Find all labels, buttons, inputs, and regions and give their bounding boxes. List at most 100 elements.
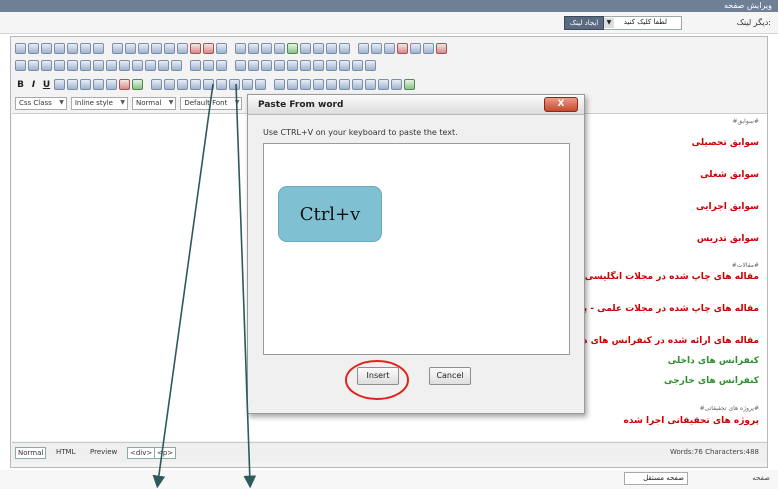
superscript-icon[interactable]: [203, 79, 214, 90]
radio-icon[interactable]: [300, 60, 311, 71]
text-direction-icon[interactable]: [190, 60, 201, 71]
page-type-select[interactable]: صفحه مستقل: [624, 472, 688, 485]
help-icon[interactable]: [397, 43, 408, 54]
form-field-icon[interactable]: [339, 60, 350, 71]
highlight-icon[interactable]: [132, 79, 143, 90]
remove-link-icon[interactable]: [300, 79, 311, 90]
media-icon[interactable]: [326, 43, 337, 54]
image-icon[interactable]: [248, 43, 259, 54]
borders-icon[interactable]: [145, 60, 156, 71]
unlink-icon[interactable]: [313, 79, 324, 90]
align-left-icon[interactable]: [54, 79, 65, 90]
numbered-list-icon[interactable]: [151, 79, 162, 90]
align-center-icon[interactable]: [67, 79, 78, 90]
template-icon[interactable]: [358, 43, 369, 54]
format-painter-icon[interactable]: [93, 43, 104, 54]
button-icon[interactable]: [261, 60, 272, 71]
page-break-icon[interactable]: [171, 60, 182, 71]
tag-selector-div[interactable]: <div>: [127, 447, 156, 459]
cut-icon[interactable]: [112, 43, 123, 54]
undo-icon[interactable]: [203, 43, 214, 54]
rtl-icon[interactable]: [216, 60, 227, 71]
table-icon[interactable]: [235, 43, 246, 54]
font-color-icon[interactable]: [119, 79, 130, 90]
insert-table-icon[interactable]: [15, 60, 26, 71]
textarea-icon[interactable]: [248, 60, 259, 71]
hidden-field-icon[interactable]: [326, 60, 337, 71]
preview-mode-tab[interactable]: Preview: [88, 447, 119, 459]
special-char-icon[interactable]: [274, 43, 285, 54]
image-button-icon[interactable]: [274, 60, 285, 71]
gallery-icon[interactable]: [423, 43, 434, 54]
save-icon[interactable]: [15, 43, 26, 54]
html-mode-tab[interactable]: HTML: [54, 447, 77, 459]
print-icon[interactable]: [41, 43, 52, 54]
remove-format-icon[interactable]: [255, 79, 266, 90]
flash-manager-icon[interactable]: [378, 79, 389, 90]
snippet-icon[interactable]: [326, 79, 337, 90]
delete-row-icon[interactable]: [54, 60, 65, 71]
accessibility-icon[interactable]: [404, 79, 415, 90]
underline-button[interactable]: U: [41, 80, 52, 90]
insert-row-icon[interactable]: [28, 60, 39, 71]
anchor-icon[interactable]: [313, 43, 324, 54]
document-manager-icon[interactable]: [352, 79, 363, 90]
strikethrough-icon[interactable]: [106, 79, 117, 90]
create-link-button[interactable]: ایجاد لینک: [564, 16, 604, 30]
css-class-select[interactable]: Css Class ▼: [15, 97, 67, 110]
paste-icon[interactable]: [138, 43, 149, 54]
grid-icon[interactable]: [132, 60, 143, 71]
paste-word-icon[interactable]: [164, 43, 175, 54]
outdent-icon[interactable]: [190, 79, 201, 90]
tag-icon[interactable]: [436, 43, 447, 54]
copy-icon[interactable]: [125, 43, 136, 54]
paragraph-icon[interactable]: [274, 79, 285, 90]
form-icon[interactable]: [371, 43, 382, 54]
media-manager-icon[interactable]: [365, 79, 376, 90]
template-manager-icon[interactable]: [391, 79, 402, 90]
delete-icon[interactable]: [190, 43, 201, 54]
table-props-icon[interactable]: [119, 60, 130, 71]
clear-format-icon[interactable]: [242, 79, 253, 90]
italic-button[interactable]: I: [28, 80, 39, 90]
paste-textarea[interactable]: [263, 143, 570, 355]
justify-icon[interactable]: [93, 79, 104, 90]
normal-mode-tab[interactable]: Normal: [15, 447, 47, 459]
checkbox-icon[interactable]: [313, 60, 324, 71]
subscript-icon[interactable]: [216, 79, 227, 90]
font-select[interactable]: Default Font ▼: [180, 97, 243, 110]
horizontal-rule-icon[interactable]: [158, 60, 169, 71]
split-cell-icon[interactable]: [93, 60, 104, 71]
select-field-icon[interactable]: [287, 60, 298, 71]
insert-link-icon[interactable]: [287, 79, 298, 90]
zoom-icon[interactable]: [384, 43, 395, 54]
replace-icon[interactable]: [67, 43, 78, 54]
fieldset-icon[interactable]: [352, 60, 363, 71]
inline-style-select[interactable]: Inline style ▼: [70, 97, 128, 110]
delete-column-icon[interactable]: [67, 60, 78, 71]
dialog-title-bar[interactable]: Paste From word X: [248, 95, 584, 115]
insert-button[interactable]: Insert: [357, 367, 399, 385]
bold-button[interactable]: B: [15, 80, 26, 90]
cell-props-icon[interactable]: [106, 60, 117, 71]
module-icon[interactable]: [410, 43, 421, 54]
image-manager-icon[interactable]: [339, 79, 350, 90]
new-page-icon[interactable]: [28, 43, 39, 54]
ltr-icon[interactable]: [203, 60, 214, 71]
spellcheck-icon[interactable]: [80, 43, 91, 54]
tag-selector-p[interactable]: <p>: [154, 447, 177, 459]
paragraph-format-select[interactable]: Normal ▼: [131, 97, 177, 110]
merge-cells-icon[interactable]: [80, 60, 91, 71]
indent-icon[interactable]: [177, 79, 188, 90]
font-size-icon[interactable]: [229, 79, 240, 90]
paste-html-icon[interactable]: [177, 43, 188, 54]
link-select[interactable]: ▼ لطفا کلیک کنید: [602, 16, 682, 30]
bullet-list-icon[interactable]: [164, 79, 175, 90]
cancel-button[interactable]: Cancel: [429, 367, 471, 385]
textbox-icon[interactable]: [235, 60, 246, 71]
insert-column-icon[interactable]: [41, 60, 52, 71]
redo-icon[interactable]: [216, 43, 227, 54]
paste-text-icon[interactable]: [151, 43, 162, 54]
close-button[interactable]: X: [544, 97, 578, 112]
find-icon[interactable]: [54, 43, 65, 54]
